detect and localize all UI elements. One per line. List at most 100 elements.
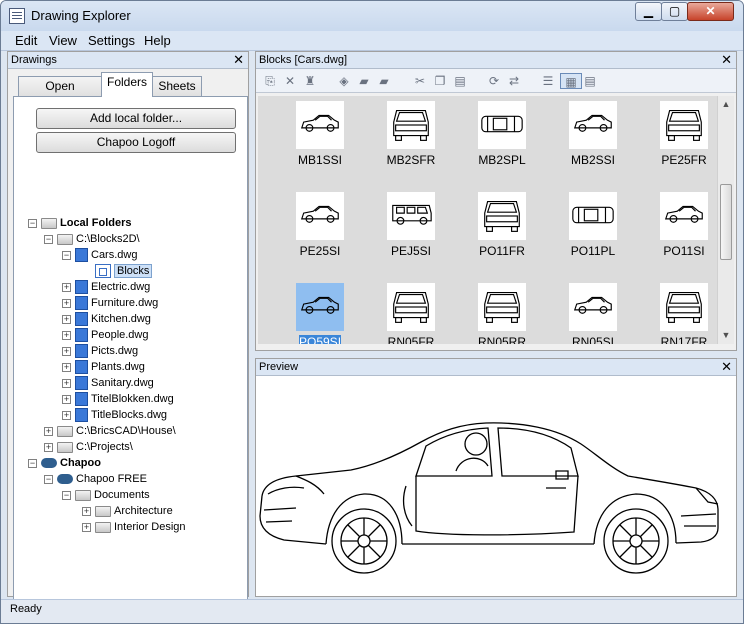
expand-icon[interactable]: + xyxy=(62,314,71,324)
maximize-button[interactable]: ▢ xyxy=(661,2,688,21)
block-item[interactable]: MB2SSI xyxy=(549,101,631,181)
scroll-up-icon[interactable]: ▲ xyxy=(718,96,734,112)
block-thumbnail[interactable] xyxy=(569,192,617,240)
list-view-icon[interactable]: ☰ xyxy=(540,73,556,89)
tree-item[interactable]: Blocks xyxy=(82,263,153,279)
collapse-icon[interactable]: − xyxy=(44,234,53,244)
tab-folders[interactable]: Folders xyxy=(101,72,153,97)
select-icon[interactable]: ◈ xyxy=(336,73,352,89)
close-button[interactable]: ✕ xyxy=(687,2,734,21)
delete-icon[interactable]: ✕ xyxy=(282,73,298,89)
collapse-icon[interactable]: − xyxy=(44,474,53,484)
block-item[interactable]: MB1SSI xyxy=(276,101,358,181)
copy-icon[interactable]: ❐ xyxy=(432,73,448,89)
expand-icon[interactable]: + xyxy=(62,362,71,372)
block-item[interactable]: PEJ5SI xyxy=(367,192,449,272)
purge-icon[interactable]: ♜ xyxy=(302,73,318,89)
tree-item[interactable]: + Electric.dwg xyxy=(62,279,150,295)
menu-settings[interactable]: Settings xyxy=(88,33,135,48)
block-item[interactable]: MB2SPL xyxy=(458,101,540,181)
block-item[interactable]: PE25FR xyxy=(640,101,718,181)
collapse-icon[interactable]: − xyxy=(28,458,37,468)
tree-item[interactable]: + People.dwg xyxy=(62,327,149,343)
save-icon[interactable]: ▰ xyxy=(376,73,392,89)
block-item[interactable]: MB2SFR xyxy=(367,101,449,181)
tree-item[interactable]: − Cars.dwg xyxy=(62,247,137,263)
tab-sheets[interactable]: Sheets xyxy=(152,76,202,96)
tree-item[interactable]: − Local Folders xyxy=(28,215,132,231)
expand-icon[interactable]: + xyxy=(62,346,71,356)
tree-item[interactable]: + TitelBlokken.dwg xyxy=(62,391,174,407)
block-thumbnail[interactable] xyxy=(387,192,435,240)
block-item[interactable]: RN05FR xyxy=(367,283,449,344)
block-thumbnail[interactable] xyxy=(660,192,708,240)
menu-edit[interactable]: Edit xyxy=(15,33,37,48)
block-thumbnail[interactable] xyxy=(569,283,617,331)
insert-icon[interactable]: ⎘ xyxy=(262,73,278,89)
menu-view[interactable]: View xyxy=(49,33,77,48)
collapse-icon[interactable]: − xyxy=(62,250,71,260)
close-icon[interactable]: ✕ xyxy=(233,52,244,68)
block-thumbnail[interactable] xyxy=(296,283,344,331)
expand-icon[interactable]: + xyxy=(44,426,53,436)
tree-item[interactable]: + Furniture.dwg xyxy=(62,295,158,311)
tree-item[interactable]: + TitleBlocks.dwg xyxy=(62,407,167,423)
open-icon[interactable]: ▰ xyxy=(356,73,372,89)
expand-icon[interactable]: + xyxy=(62,282,71,292)
collapse-icon[interactable]: − xyxy=(62,490,71,500)
close-icon[interactable]: ✕ xyxy=(721,52,732,68)
chapoo-logoff-button[interactable]: Chapoo Logoff xyxy=(36,132,236,153)
expand-icon[interactable]: + xyxy=(82,522,91,532)
block-item[interactable]: PE25SI xyxy=(276,192,358,272)
block-thumbnail[interactable] xyxy=(478,101,526,149)
sync-icon[interactable]: ⇄ xyxy=(506,73,522,89)
tab-open-drawings[interactable]: Open Drawings xyxy=(18,76,102,111)
block-thumbnail[interactable] xyxy=(296,101,344,149)
details-view-icon[interactable]: ▤ xyxy=(582,73,598,89)
block-thumbnail[interactable] xyxy=(478,283,526,331)
paste-icon[interactable]: ▤ xyxy=(452,73,468,89)
tree-item[interactable]: − C:\Blocks2D\ xyxy=(44,231,140,247)
block-thumbnail[interactable] xyxy=(660,101,708,149)
expand-icon[interactable]: + xyxy=(62,298,71,308)
expand-icon[interactable]: + xyxy=(62,394,71,404)
tree-item[interactable]: + C:\Projects\ xyxy=(44,439,133,455)
block-item[interactable]: PO11PL xyxy=(549,192,631,272)
tree-item[interactable]: + C:\BricsCAD\House\ xyxy=(44,423,176,439)
block-thumbnail[interactable] xyxy=(569,101,617,149)
tree-item[interactable]: + Architecture xyxy=(82,503,173,519)
expand-icon[interactable]: + xyxy=(82,506,91,516)
collapse-icon[interactable]: − xyxy=(28,218,37,228)
expand-icon[interactable]: + xyxy=(62,330,71,340)
expand-icon[interactable]: + xyxy=(44,442,53,452)
tree-item[interactable]: + Picts.dwg xyxy=(62,343,138,359)
tree-item[interactable]: + Plants.dwg xyxy=(62,359,145,375)
tree-item[interactable]: − Chapoo xyxy=(28,455,101,471)
expand-icon[interactable]: + xyxy=(62,378,71,388)
block-thumbnail[interactable] xyxy=(387,101,435,149)
block-item[interactable]: PO59SI xyxy=(276,283,358,344)
expand-icon[interactable]: + xyxy=(62,410,71,420)
scroll-down-icon[interactable]: ▼ xyxy=(718,327,734,343)
block-item[interactable]: PO11FR xyxy=(458,192,540,272)
blocks-scrollbar[interactable]: ▲ ▼ xyxy=(717,96,734,344)
tree-item[interactable]: + Sanitary.dwg xyxy=(62,375,154,391)
tree-item[interactable]: − Chapoo FREE xyxy=(44,471,147,487)
cut-icon[interactable]: ✂ xyxy=(412,73,428,89)
block-item[interactable]: PO11SI xyxy=(640,192,718,272)
menu-help[interactable]: Help xyxy=(144,33,171,48)
block-item[interactable]: RN05RR xyxy=(458,283,540,344)
icon-view-icon[interactable]: ▦ xyxy=(560,73,582,89)
block-item[interactable]: RN05SI xyxy=(549,283,631,344)
add-local-folder-button[interactable]: Add local folder... xyxy=(36,108,236,129)
scroll-thumb[interactable] xyxy=(720,184,732,260)
close-icon[interactable]: ✕ xyxy=(721,359,732,375)
minimize-button[interactable]: ▁ xyxy=(635,2,662,21)
refresh-icon[interactable]: ⟳ xyxy=(486,73,502,89)
block-item[interactable]: RN17FR xyxy=(640,283,718,344)
block-thumbnail[interactable] xyxy=(296,192,344,240)
tree-item[interactable]: + Interior Design xyxy=(82,519,186,535)
block-thumbnail[interactable] xyxy=(387,283,435,331)
tree-item[interactable]: − Documents xyxy=(62,487,150,503)
tree-item[interactable]: + Kitchen.dwg xyxy=(62,311,151,327)
